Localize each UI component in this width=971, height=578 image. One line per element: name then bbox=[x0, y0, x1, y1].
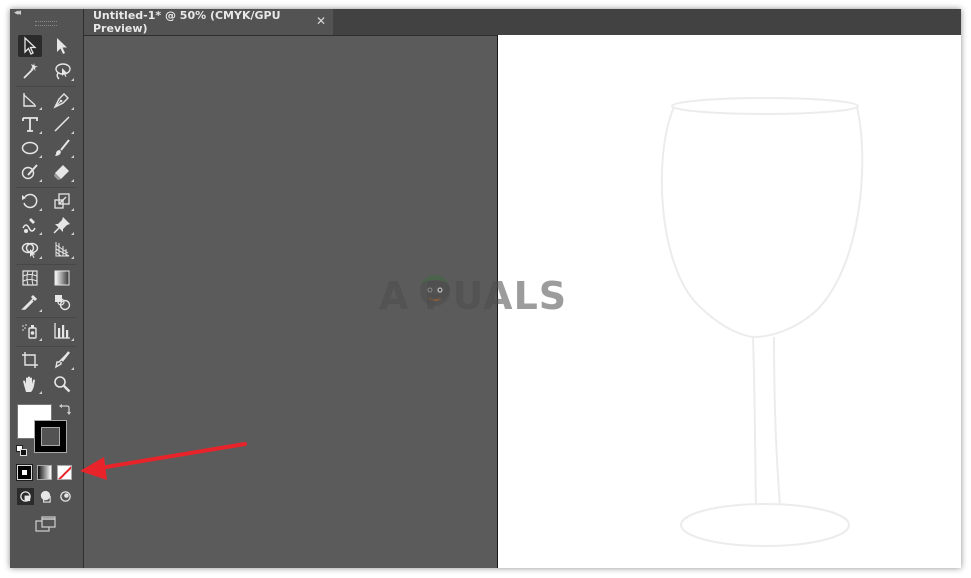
gradient-tool[interactable] bbox=[50, 267, 74, 289]
default-fill-stroke-icon[interactable] bbox=[16, 445, 27, 456]
column-graph-tool[interactable] bbox=[50, 320, 74, 342]
eraser-icon bbox=[54, 165, 69, 180]
pushpin-icon bbox=[53, 217, 70, 234]
draw-behind-button[interactable] bbox=[37, 488, 54, 505]
magic-wand-icon bbox=[23, 63, 38, 79]
artboard-tool[interactable] bbox=[18, 349, 42, 371]
pen-nib-icon bbox=[53, 93, 69, 109]
color-mode-button[interactable] bbox=[16, 464, 33, 481]
canvas-pasteboard[interactable]: A PUALS bbox=[84, 35, 961, 568]
pen-tool[interactable] bbox=[50, 89, 74, 111]
gradient-icon bbox=[54, 270, 70, 286]
hand-icon bbox=[23, 376, 35, 392]
column-graph-icon bbox=[54, 323, 70, 339]
magic-wand-tool[interactable] bbox=[18, 60, 42, 82]
appuals-watermark: A PUALS bbox=[379, 274, 568, 318]
type-tool[interactable] bbox=[18, 113, 42, 135]
separator bbox=[16, 317, 76, 318]
blend-icon bbox=[55, 295, 71, 311]
perspective-grid-tool[interactable] bbox=[50, 238, 74, 260]
mesh-tool[interactable] bbox=[18, 267, 42, 289]
puppet-warp-tool[interactable] bbox=[50, 214, 74, 236]
swap-fill-stroke-icon[interactable] bbox=[59, 403, 71, 415]
collapse-panel-icon[interactable]: ◂◂ bbox=[14, 9, 21, 18]
symbol-sprayer-icon bbox=[22, 324, 37, 339]
document-tab-title: Untitled-1* @ 50% (CMYK/GPU Preview) bbox=[93, 9, 281, 35]
line-segment-icon bbox=[54, 116, 70, 132]
direct-selection-arrow-icon bbox=[57, 38, 67, 54]
warp-tool[interactable] bbox=[18, 214, 42, 236]
scale-tool[interactable] bbox=[50, 190, 74, 212]
separator bbox=[16, 187, 76, 188]
eyedropper-tool[interactable] bbox=[18, 291, 42, 313]
shaper-tool[interactable] bbox=[18, 161, 42, 183]
blend-tool[interactable] bbox=[50, 291, 74, 313]
slice-knife-icon bbox=[55, 351, 70, 369]
separator bbox=[16, 264, 76, 265]
scale-icon bbox=[54, 193, 70, 209]
ellipse-icon bbox=[21, 141, 39, 155]
none-mode-button[interactable] bbox=[57, 465, 72, 480]
close-icon[interactable]: ✕ bbox=[316, 14, 326, 28]
magnifier-icon bbox=[54, 376, 71, 393]
paintbrush-tool[interactable] bbox=[50, 137, 74, 159]
hand-tool[interactable] bbox=[18, 373, 42, 395]
line-segment-tool[interactable] bbox=[50, 113, 74, 135]
type-T-icon bbox=[22, 117, 38, 132]
shape-builder-tool[interactable] bbox=[18, 238, 42, 260]
lasso-icon bbox=[55, 63, 71, 80]
zoom-tool[interactable] bbox=[50, 373, 74, 395]
symbol-sprayer-tool[interactable] bbox=[18, 320, 42, 342]
screen-mode-icon[interactable] bbox=[35, 516, 57, 532]
rotate-tool[interactable] bbox=[18, 190, 42, 212]
draw-inside-button[interactable] bbox=[57, 488, 74, 505]
panel-grip[interactable] bbox=[35, 21, 57, 26]
anchor-point-icon bbox=[23, 93, 36, 107]
draw-inside-icon bbox=[60, 491, 71, 502]
wine-glass-sketch bbox=[660, 97, 864, 547]
draw-normal-icon bbox=[20, 491, 31, 502]
lasso-tool[interactable] bbox=[50, 60, 74, 82]
separator bbox=[16, 346, 76, 347]
eyedropper-icon bbox=[21, 294, 38, 310]
shape-builder-icon bbox=[21, 242, 39, 258]
separator bbox=[16, 86, 76, 87]
eraser-tool[interactable] bbox=[50, 161, 74, 183]
gradient-mode-button[interactable] bbox=[37, 465, 52, 480]
perspective-grid-icon bbox=[55, 242, 70, 257]
app-window: ◂◂ Untitled-1* @ 50% (CMYK/GPU Preview) … bbox=[10, 9, 961, 568]
selection-tool[interactable] bbox=[18, 35, 42, 57]
ellipse-tool[interactable] bbox=[18, 137, 42, 159]
document-tab-bar: Untitled-1* @ 50% (CMYK/GPU Preview) ✕ bbox=[84, 9, 961, 36]
draw-behind-icon bbox=[40, 490, 51, 503]
mesh-icon bbox=[22, 270, 38, 286]
stroke-color-swatch[interactable] bbox=[34, 420, 67, 453]
document-tab[interactable]: Untitled-1* @ 50% (CMYK/GPU Preview) ✕ bbox=[84, 9, 333, 35]
slice-tool[interactable] bbox=[50, 349, 74, 371]
direct-selection-tool[interactable] bbox=[50, 35, 74, 57]
draw-normal-button[interactable] bbox=[17, 488, 34, 505]
tools-panel: ◂◂ bbox=[10, 9, 84, 568]
selection-arrow-icon bbox=[24, 36, 37, 55]
paintbrush-icon bbox=[55, 139, 70, 156]
rotate-icon bbox=[22, 193, 38, 209]
artboard-icon bbox=[22, 352, 38, 368]
anchor-point-tool[interactable] bbox=[18, 89, 42, 111]
shaper-icon bbox=[21, 164, 38, 180]
warp-icon bbox=[22, 218, 36, 233]
